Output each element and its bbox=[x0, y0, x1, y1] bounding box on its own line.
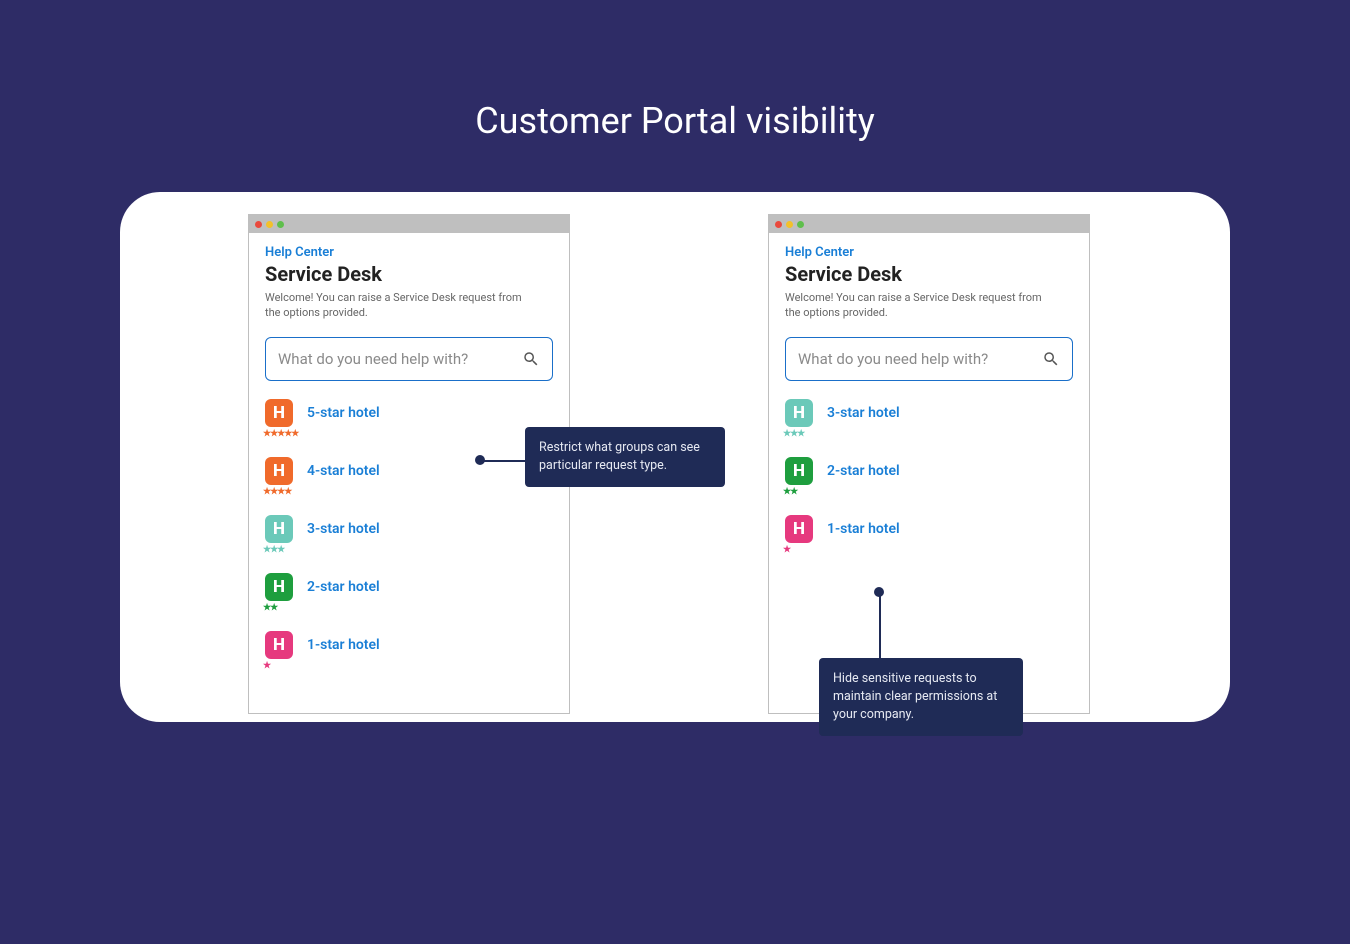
window-minimize-icon bbox=[786, 221, 793, 228]
star-rating-icon: ★ bbox=[783, 545, 790, 555]
callout-connector-line bbox=[879, 593, 881, 659]
browser-window-right: Help Center Service Desk Welcome! You ca… bbox=[768, 214, 1090, 714]
search-input[interactable]: What do you need help with? bbox=[265, 337, 553, 381]
request-type-item[interactable]: H★ 1-star hotel bbox=[265, 631, 553, 659]
request-type-label: 1-star hotel bbox=[827, 521, 900, 537]
star-rating-icon: ★★★ bbox=[263, 545, 284, 555]
request-type-label: 3-star hotel bbox=[827, 405, 900, 421]
hide-callout: Hide sensitive requests to maintain clea… bbox=[819, 658, 1023, 736]
portal-heading: Service Desk bbox=[265, 262, 553, 286]
hotel-badge-icon: H★★ bbox=[265, 573, 293, 601]
restrict-callout: Restrict what groups can see particular … bbox=[525, 427, 725, 487]
request-type-item[interactable]: H★★ 2-star hotel bbox=[265, 573, 553, 601]
help-center-link[interactable]: Help Center bbox=[785, 245, 1073, 260]
request-type-label: 2-star hotel bbox=[827, 463, 900, 479]
hotel-badge-icon: H★★★★ bbox=[265, 457, 293, 485]
window-minimize-icon bbox=[266, 221, 273, 228]
hotel-badge-icon: H★ bbox=[265, 631, 293, 659]
portal-heading: Service Desk bbox=[785, 262, 1073, 286]
hotel-badge-icon: H★★ bbox=[785, 457, 813, 485]
help-center-link[interactable]: Help Center bbox=[265, 245, 553, 260]
window-maximize-icon bbox=[277, 221, 284, 228]
request-type-item[interactable]: H★ 1-star hotel bbox=[785, 515, 1073, 543]
request-type-item[interactable]: H★★★ 3-star hotel bbox=[785, 399, 1073, 427]
page-title: Customer Portal visibility bbox=[0, 100, 1350, 142]
window-close-icon bbox=[775, 221, 782, 228]
callout-connector-line bbox=[480, 460, 526, 462]
hotel-badge-icon: H★ bbox=[785, 515, 813, 543]
star-rating-icon: ★★ bbox=[263, 603, 277, 613]
window-chrome bbox=[769, 215, 1089, 233]
window-close-icon bbox=[255, 221, 262, 228]
request-type-label: 4-star hotel bbox=[307, 463, 380, 479]
search-placeholder: What do you need help with? bbox=[798, 350, 988, 368]
star-rating-icon: ★★★★ bbox=[263, 487, 291, 497]
star-rating-icon: ★★ bbox=[783, 487, 797, 497]
browser-window-left: Help Center Service Desk Welcome! You ca… bbox=[248, 214, 570, 714]
hotel-badge-icon: H★★★ bbox=[785, 399, 813, 427]
request-type-list: H★★★★★5-star hotelH★★★★4-star hotelH★★★3… bbox=[265, 399, 553, 659]
search-icon bbox=[522, 350, 540, 368]
search-placeholder: What do you need help with? bbox=[278, 350, 468, 368]
comparison-card: Help Center Service Desk Welcome! You ca… bbox=[120, 192, 1230, 722]
search-input[interactable]: What do you need help with? bbox=[785, 337, 1073, 381]
star-rating-icon: ★★★★★ bbox=[263, 429, 298, 439]
window-maximize-icon bbox=[797, 221, 804, 228]
star-rating-icon: ★ bbox=[263, 661, 270, 671]
request-type-item[interactable]: H★★★★★ 5-star hotel bbox=[265, 399, 553, 427]
request-type-list: H★★★ 3-star hotel H★★ 2-star hotel H★ 1-star … bbox=[785, 399, 1073, 543]
request-type-label: 5-star hotel bbox=[307, 405, 380, 421]
star-rating-icon: ★★★ bbox=[783, 429, 804, 439]
hotel-badge-icon: H★★★★★ bbox=[265, 399, 293, 427]
request-type-label: 2-star hotel bbox=[307, 579, 380, 595]
hotel-badge-icon: H★★★ bbox=[265, 515, 293, 543]
window-chrome bbox=[249, 215, 569, 233]
request-type-label: 1-star hotel bbox=[307, 637, 380, 653]
welcome-text: Welcome! You can raise a Service Desk re… bbox=[785, 290, 1045, 321]
search-icon bbox=[1042, 350, 1060, 368]
request-type-label: 3-star hotel bbox=[307, 521, 380, 537]
welcome-text: Welcome! You can raise a Service Desk re… bbox=[265, 290, 525, 321]
request-type-item[interactable]: H★★ 2-star hotel bbox=[785, 457, 1073, 485]
request-type-item[interactable]: H★★★ 3-star hotel bbox=[265, 515, 553, 543]
